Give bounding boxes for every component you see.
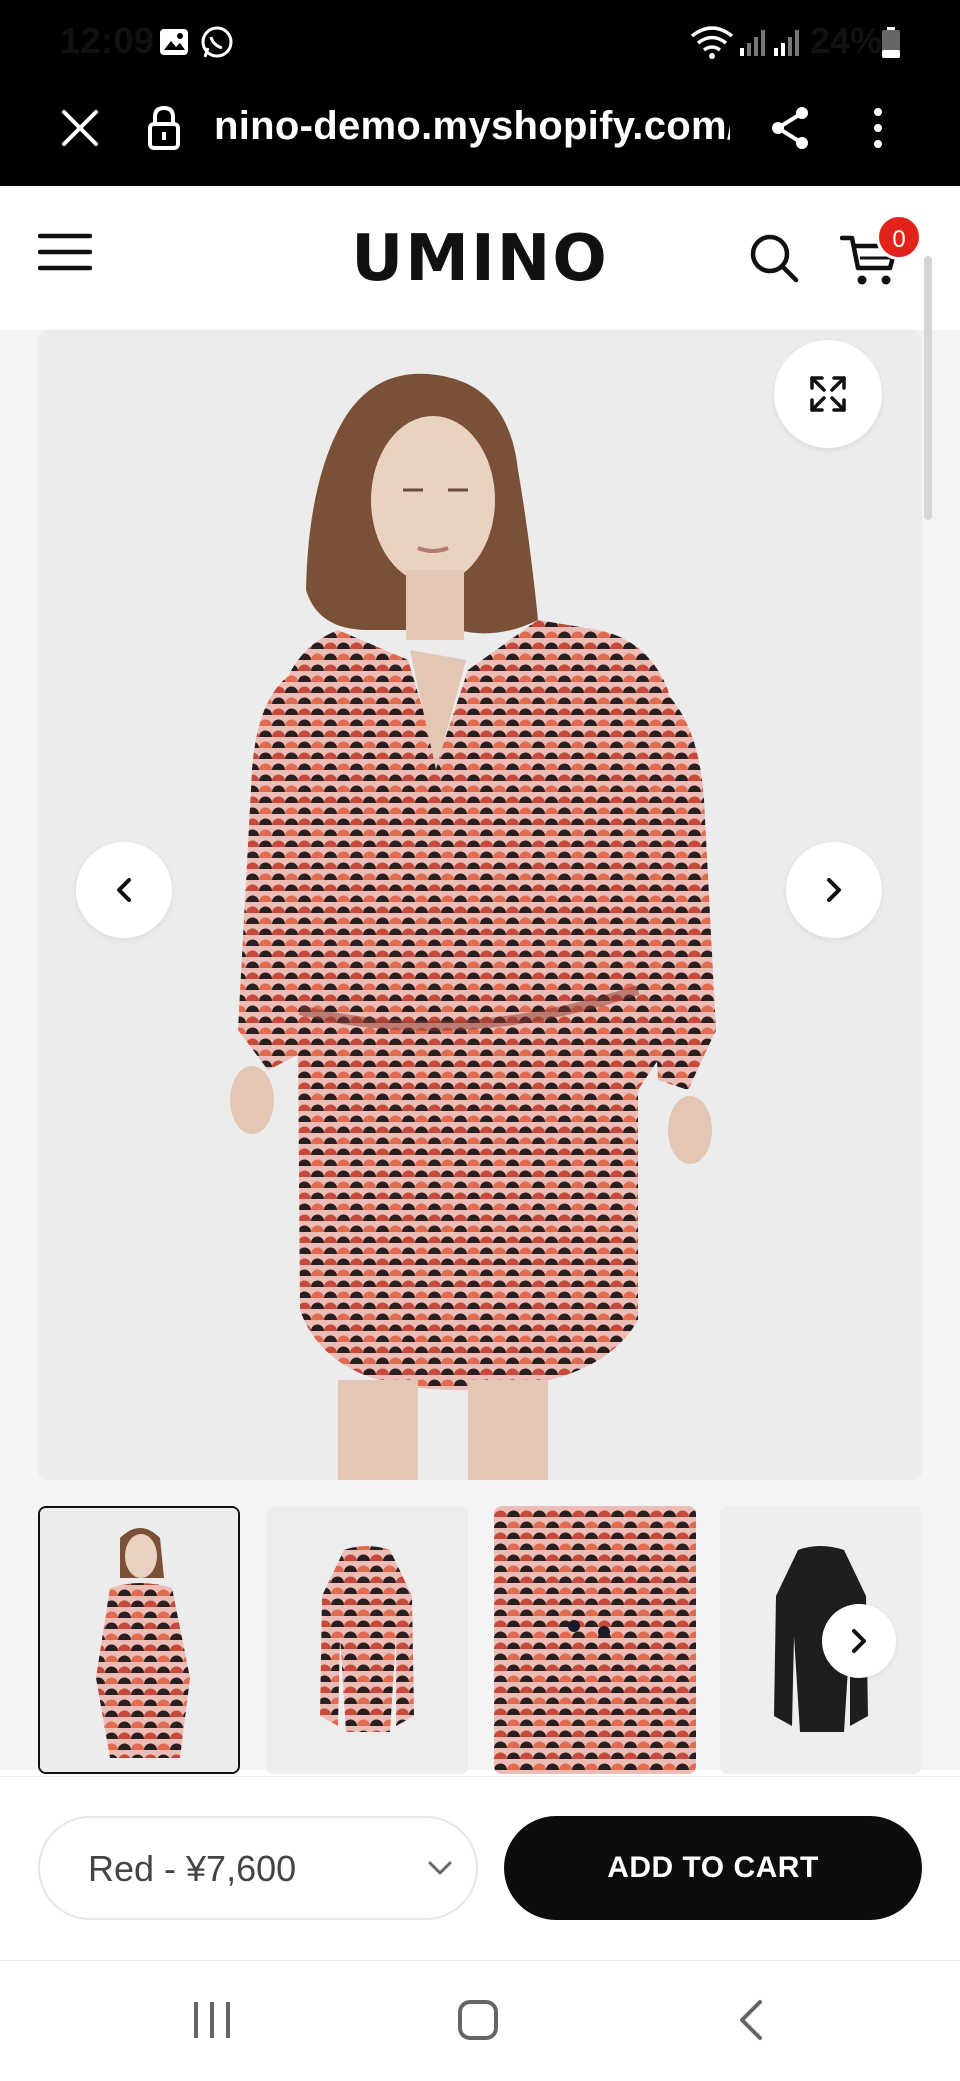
thumbnail-image: [494, 1506, 696, 1774]
menu-icon[interactable]: [38, 232, 92, 272]
signal-icon: [774, 30, 799, 56]
thumbnail-image: [266, 1506, 468, 1774]
page-scrollbar[interactable]: [924, 256, 932, 520]
next-image-button[interactable]: [786, 842, 882, 938]
share-icon[interactable]: [768, 104, 812, 152]
thumbnails-next-button[interactable]: [822, 1604, 896, 1678]
thumbnail-dress-flat[interactable]: [266, 1506, 468, 1774]
expand-icon: [810, 376, 846, 412]
chevron-right-icon: [827, 878, 841, 902]
search-icon[interactable]: [748, 232, 800, 284]
add-to-cart-button[interactable]: ADD TO CART: [504, 1816, 922, 1920]
site-logo[interactable]: UMINO: [300, 222, 660, 296]
thumbnail-fabric-detail[interactable]: [494, 1506, 696, 1774]
thumbnail-image: [40, 1508, 238, 1772]
thumbnail-model-front[interactable]: [38, 1506, 240, 1774]
previous-image-button[interactable]: [76, 842, 172, 938]
wifi-icon: [690, 26, 734, 59]
signal-icon: [740, 30, 765, 56]
status-time: 12:09: [60, 20, 155, 61]
more-vert-icon[interactable]: [864, 104, 892, 152]
gallery-icon: [160, 29, 188, 55]
home-icon[interactable]: [456, 1998, 500, 2042]
battery-icon: [882, 27, 900, 58]
close-icon[interactable]: [58, 106, 102, 150]
url-bar[interactable]: nino-demo.myshopify.com/e: [214, 104, 730, 154]
chevron-right-icon: [852, 1629, 866, 1653]
battery-percent: 24%: [810, 20, 883, 61]
cart-count-badge: 0: [876, 214, 922, 260]
variant-select-value: Red - ¥7,600: [88, 1848, 297, 1889]
chevron-down-icon: [428, 1861, 452, 1875]
back-icon[interactable]: [730, 1998, 774, 2042]
recent-apps-icon[interactable]: [190, 1998, 234, 2042]
expand-image-button[interactable]: [774, 340, 882, 448]
lock-icon[interactable]: [146, 104, 182, 152]
whatsapp-icon: [201, 26, 233, 58]
chevron-left-icon: [117, 878, 131, 902]
